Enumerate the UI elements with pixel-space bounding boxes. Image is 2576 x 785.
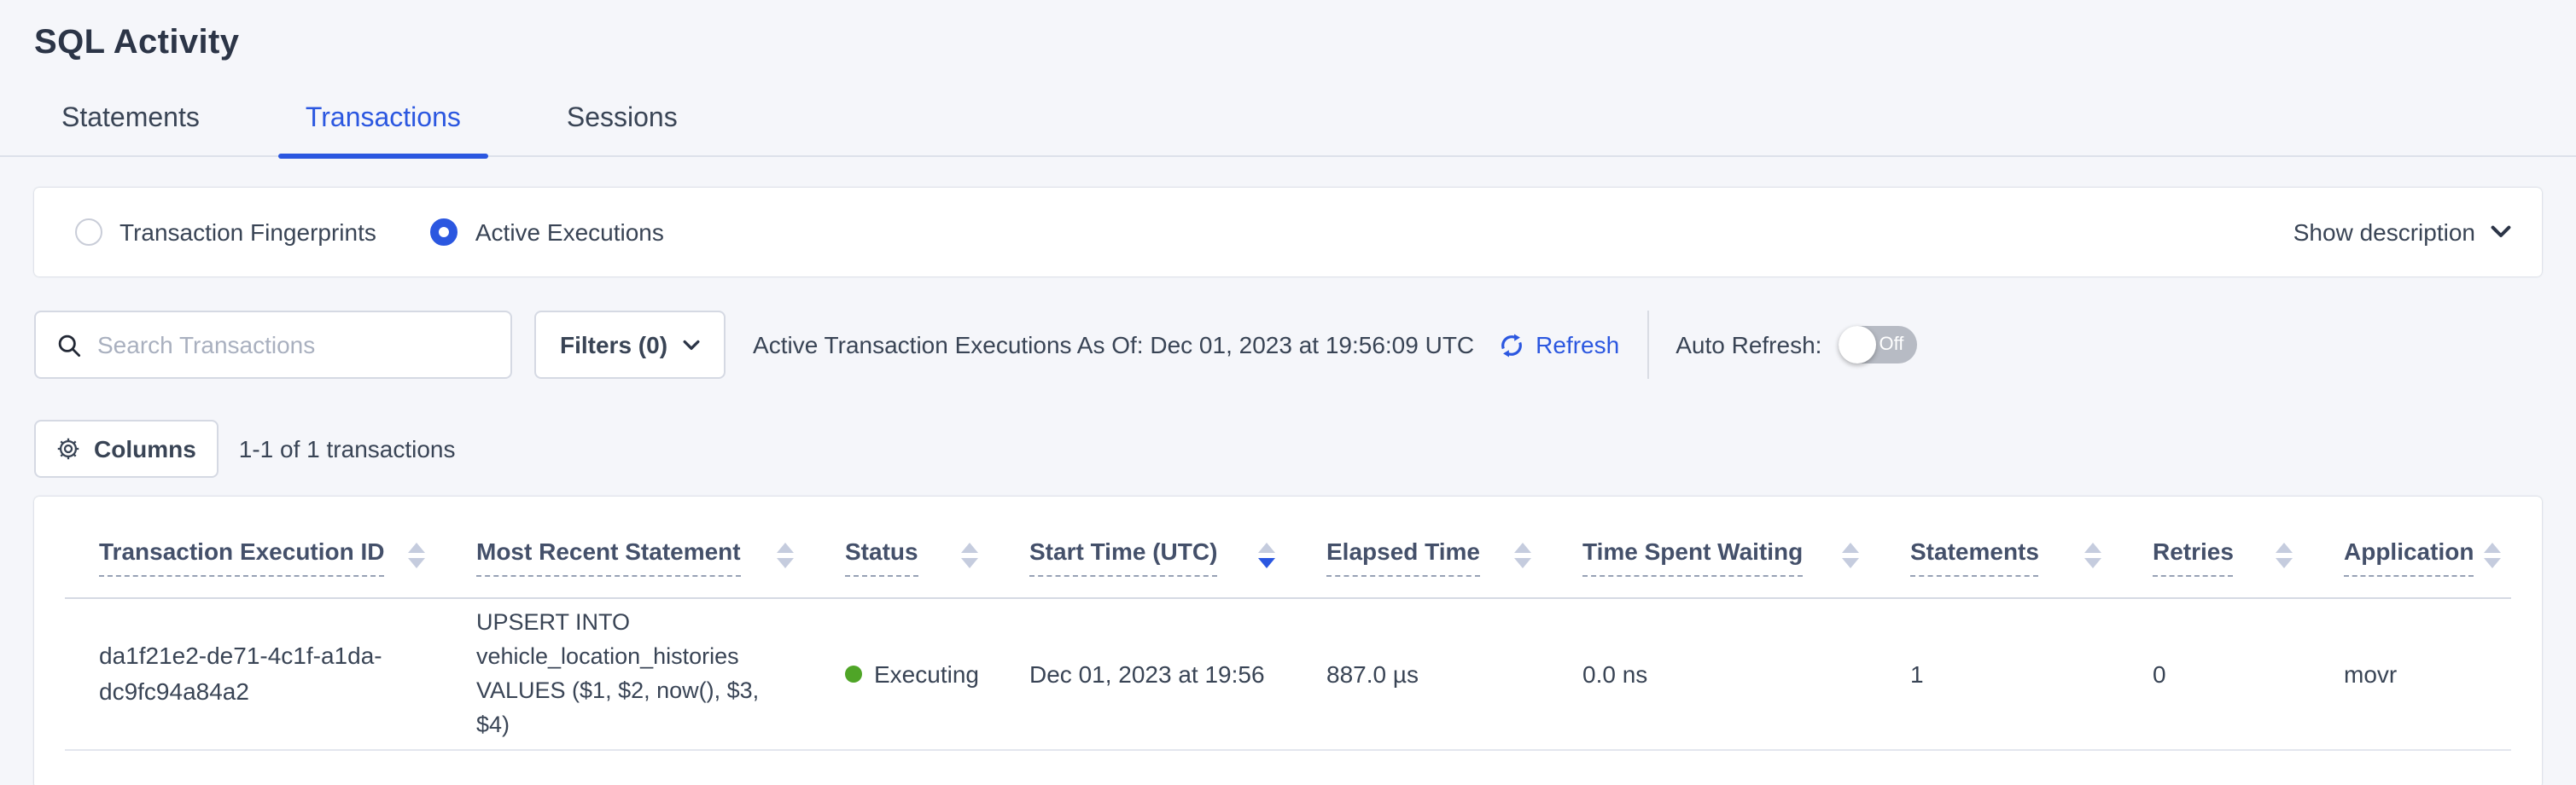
column-header-start-time[interactable]: Start Time (UTC) xyxy=(995,497,1292,598)
radio-circle-unselected xyxy=(75,218,102,246)
transaction-execution-id-link[interactable]: da1f21e2-de71-4c1f-a1da-dc9fc94a84a2 xyxy=(99,638,406,710)
columns-button[interactable]: Columns xyxy=(34,420,219,478)
gear-icon xyxy=(56,437,80,461)
sort-arrows-icon xyxy=(408,543,425,568)
column-header-retries[interactable]: Retries xyxy=(2118,497,2310,598)
transactions-table-card: Transaction Execution ID Most Recent Sta… xyxy=(34,497,2542,785)
page-header: SQL Activity xyxy=(0,0,2576,63)
table-row: da1f21e2-de71-4c1f-a1da-dc9fc94a84a2 UPS… xyxy=(65,598,2511,750)
column-header-time-spent-waiting[interactable]: Time Spent Waiting xyxy=(1548,497,1876,598)
radio-transaction-fingerprints[interactable]: Transaction Fingerprints xyxy=(75,218,376,246)
column-header-elapsed-time[interactable]: Elapsed Time xyxy=(1292,497,1548,598)
toggle-state-label: Off xyxy=(1879,334,1917,355)
transactions-table: Transaction Execution ID Most Recent Sta… xyxy=(65,497,2511,751)
search-input[interactable] xyxy=(97,331,490,358)
auto-refresh-label: Auto Refresh: xyxy=(1676,331,1821,358)
sort-arrows-icon xyxy=(961,543,978,568)
search-icon xyxy=(56,332,82,358)
refresh-button[interactable]: Refresh xyxy=(1498,331,1619,358)
sort-arrows-icon xyxy=(777,543,794,568)
elapsed-time-cell: 887.0 µs xyxy=(1292,598,1548,750)
tab-bar: Statements Transactions Sessions xyxy=(0,94,2576,157)
status-cell: Executing xyxy=(845,656,978,692)
sql-activity-page: SQL Activity Statements Transactions Ses… xyxy=(0,0,2576,785)
auto-refresh-control: Auto Refresh: Off xyxy=(1676,326,1917,363)
chevron-down-icon xyxy=(683,339,700,351)
column-header-application[interactable]: Application xyxy=(2310,497,2511,598)
column-header-most-recent-statement[interactable]: Most Recent Statement xyxy=(442,497,811,598)
results-count: 1-1 of 1 transactions xyxy=(239,435,456,462)
page-title: SQL Activity xyxy=(34,24,2542,63)
start-time-cell: Dec 01, 2023 at 19:56 xyxy=(995,598,1292,750)
toggle-knob xyxy=(1839,326,1876,363)
show-description-toggle[interactable]: Show description xyxy=(2293,218,2515,246)
refresh-label: Refresh xyxy=(1536,331,1619,358)
sort-arrows-icon xyxy=(1842,543,1859,568)
retries-count-cell: 0 xyxy=(2118,598,2310,750)
chevron-down-icon xyxy=(2491,225,2511,239)
statements-count-cell: 1 xyxy=(1876,598,2118,750)
vertical-divider xyxy=(1646,311,1648,379)
sort-arrows-icon xyxy=(2276,543,2293,568)
columns-label: Columns xyxy=(94,435,196,462)
view-mode-card: Transaction Fingerprints Active Executio… xyxy=(34,188,2542,276)
radio-label: Active Executions xyxy=(475,218,664,246)
status-dot-icon xyxy=(845,666,862,683)
column-header-statements[interactable]: Statements xyxy=(1876,497,2118,598)
time-spent-waiting-cell: 0.0 ns xyxy=(1548,598,1876,750)
tab-transactions[interactable]: Transactions xyxy=(278,94,488,155)
application-cell: movr xyxy=(2310,598,2511,750)
table-controls: Columns 1-1 of 1 transactions xyxy=(34,420,2542,478)
filters-button[interactable]: Filters (0) xyxy=(534,311,726,379)
toolbar: Filters (0) Active Transaction Execution… xyxy=(34,311,2542,379)
filters-label: Filters (0) xyxy=(560,331,667,358)
radio-label: Transaction Fingerprints xyxy=(119,218,376,246)
status-label: Executing xyxy=(874,656,979,692)
sort-arrows-icon xyxy=(2484,543,2501,568)
search-box[interactable] xyxy=(34,311,512,379)
sort-arrows-icon xyxy=(1258,543,1275,568)
most-recent-statement: UPSERT INTO vehicle_location_histories V… xyxy=(476,606,794,742)
column-header-transaction-execution-id[interactable]: Transaction Execution ID xyxy=(65,497,442,598)
as-of-timestamp: Active Transaction Executions As Of: Dec… xyxy=(753,331,1474,358)
table-header-row: Transaction Execution ID Most Recent Sta… xyxy=(65,497,2511,598)
auto-refresh-toggle[interactable]: Off xyxy=(1839,326,1917,363)
tab-statements[interactable]: Statements xyxy=(34,94,227,155)
show-description-label: Show description xyxy=(2293,218,2475,246)
sort-arrows-icon xyxy=(2084,543,2101,568)
tab-sessions[interactable]: Sessions xyxy=(539,94,705,155)
sort-arrows-icon xyxy=(1514,543,1531,568)
radio-circle-selected xyxy=(431,218,458,246)
radio-active-executions[interactable]: Active Executions xyxy=(431,218,664,246)
column-header-status[interactable]: Status xyxy=(811,497,995,598)
refresh-icon xyxy=(1498,332,1524,358)
